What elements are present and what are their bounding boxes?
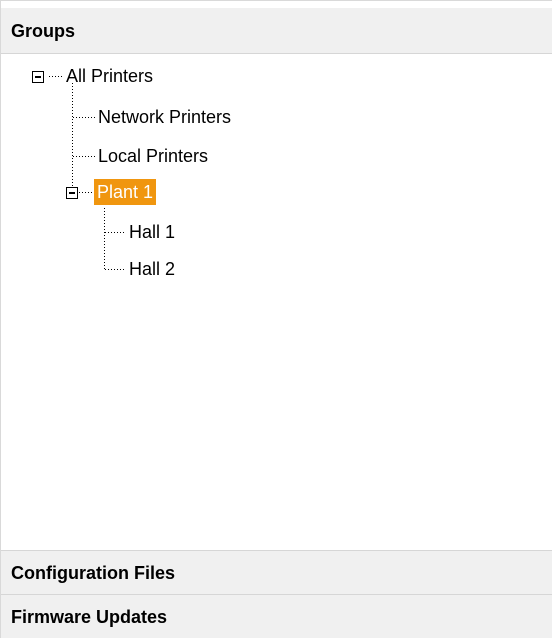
tree-node-all-printers[interactable]: All Printers xyxy=(64,63,155,89)
tree-node-hall-2[interactable]: Hall 2 xyxy=(127,256,177,282)
tree-connector-lines xyxy=(49,76,125,270)
firmware-updates-section-header[interactable]: Firmware Updates xyxy=(1,594,552,638)
tree-node-plant-1[interactable]: Plant 1 xyxy=(94,179,157,205)
groups-section-header[interactable]: Groups xyxy=(1,8,552,54)
configuration-files-section-header[interactable]: Configuration Files xyxy=(1,550,552,594)
tree-node-network-printers[interactable]: Network Printers xyxy=(96,104,233,130)
tree-node-local-printers[interactable]: Local Printers xyxy=(96,143,210,169)
groups-panel: Groups All Printers Network Printers Loc… xyxy=(0,0,552,638)
groups-tree: All Printers Network Printers Local Prin… xyxy=(1,55,552,550)
tree-node-hall-1[interactable]: Hall 1 xyxy=(127,219,177,245)
expand-toggle-plant-1-icon[interactable] xyxy=(66,187,78,199)
expand-toggle-all-printers-icon[interactable] xyxy=(32,71,44,83)
